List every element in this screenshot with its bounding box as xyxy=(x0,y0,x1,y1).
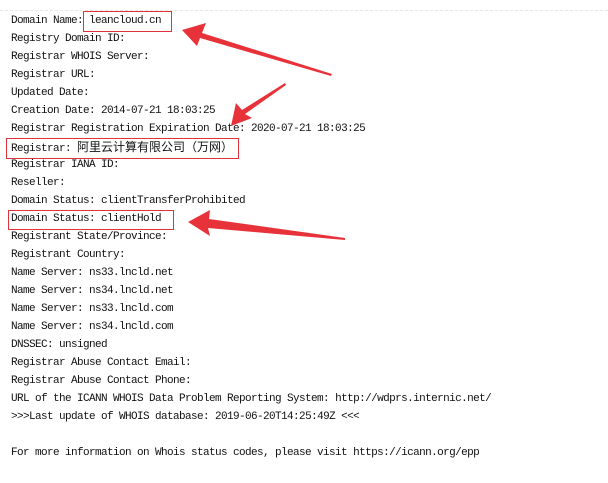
arrow-icon xyxy=(188,210,345,240)
arrow-icon xyxy=(182,23,332,76)
arrow-icon xyxy=(231,83,286,126)
annotation-arrows xyxy=(182,23,345,240)
